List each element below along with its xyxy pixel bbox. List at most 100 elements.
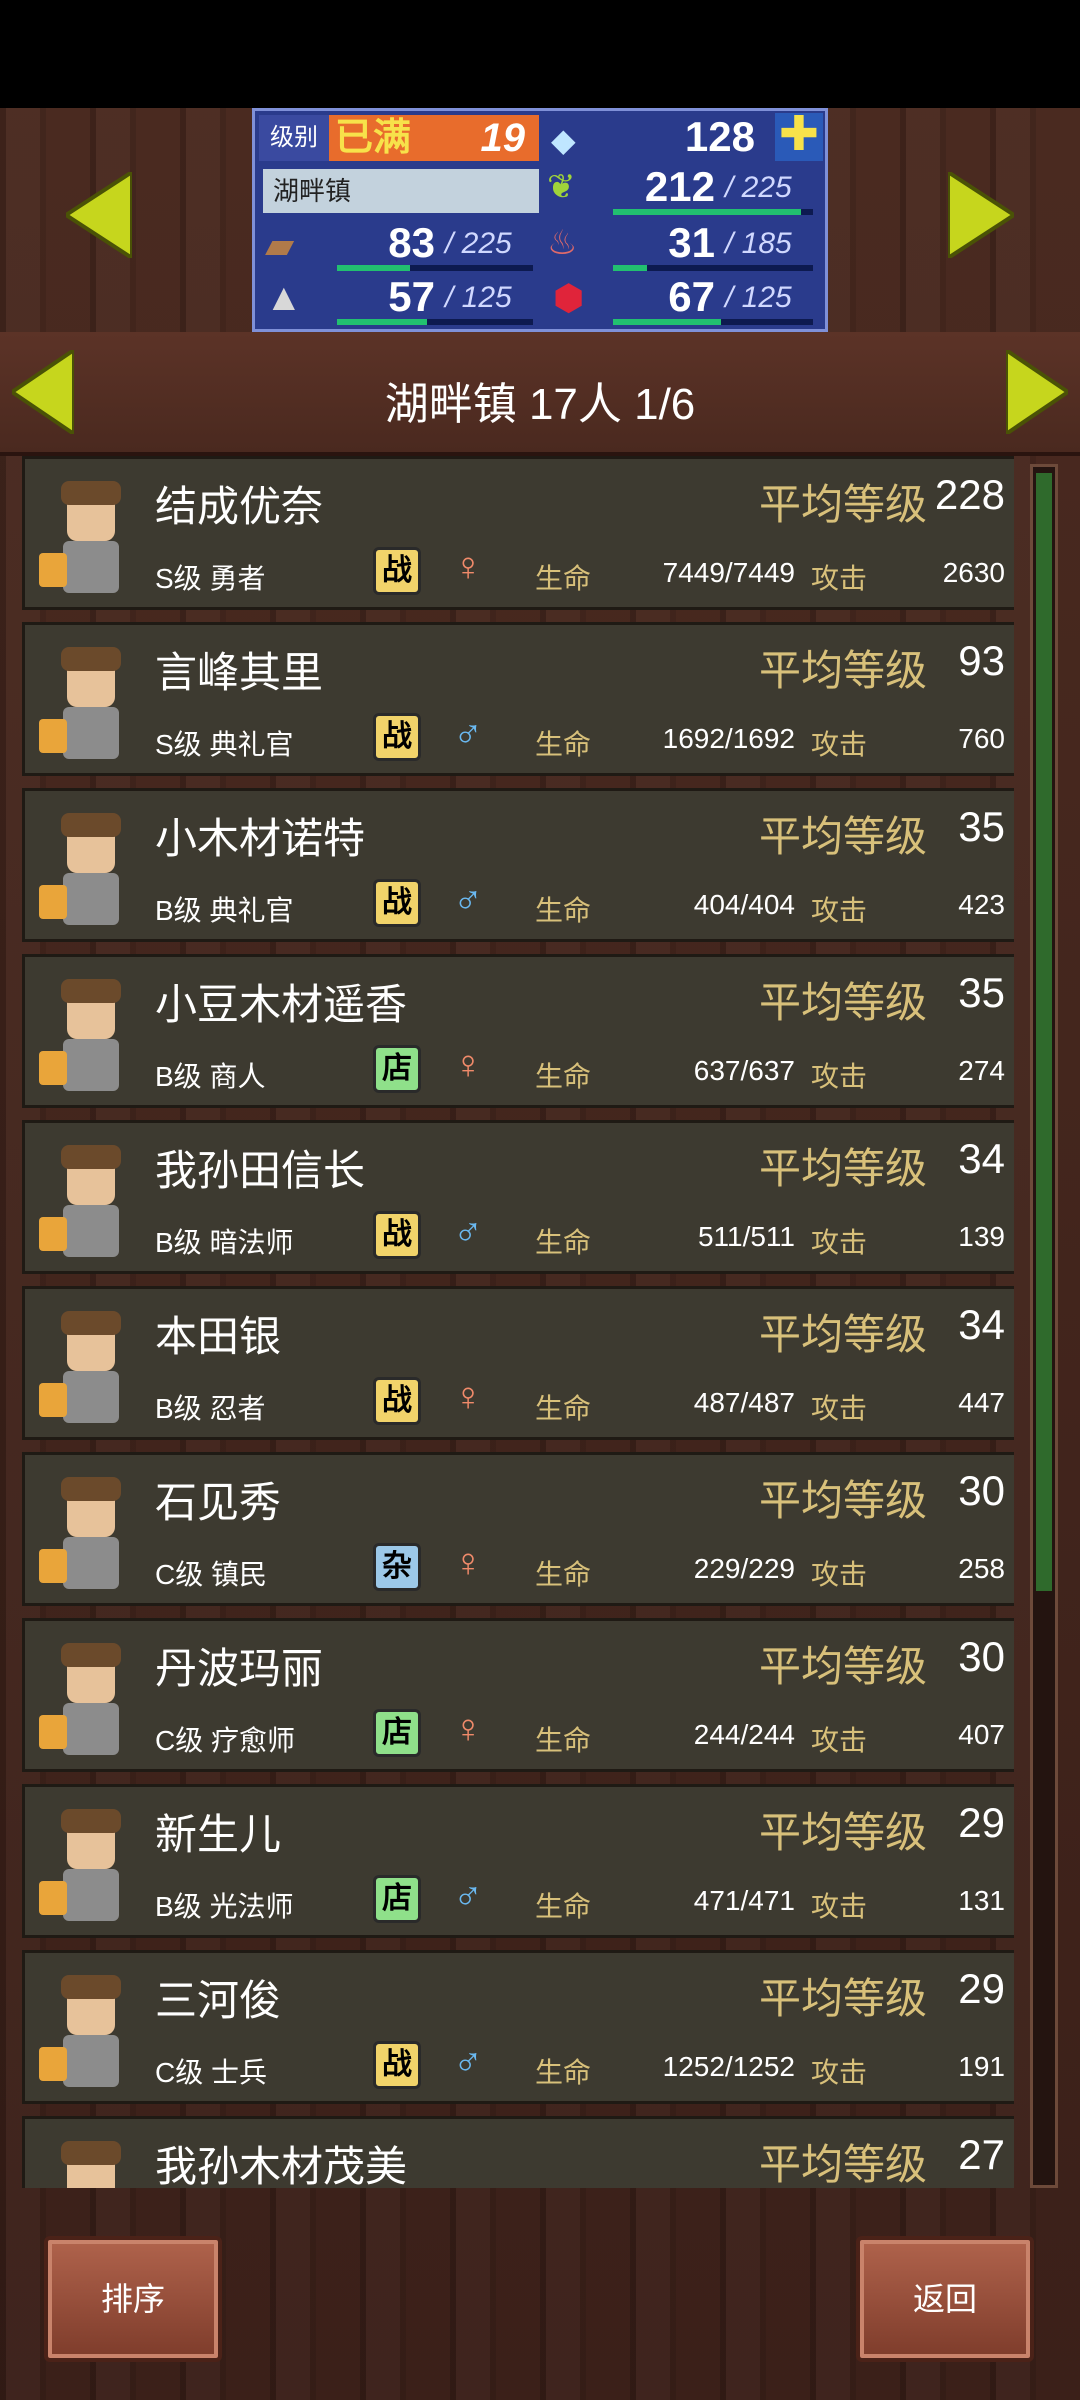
ruby-max: / 125	[725, 281, 792, 314]
next-town-arrow-icon[interactable]	[1006, 350, 1068, 434]
job-type-badge: 战	[373, 1377, 421, 1425]
sort-button[interactable]: 排序	[44, 2236, 222, 2362]
gender-icon: ♂	[453, 1873, 483, 1917]
resident-row[interactable]: 小豆木材遥香 平均等级 35 B级 商人 店 ♀ 生命 637/637 攻击 2…	[22, 954, 1014, 1108]
gender-icon: ♀	[453, 1375, 483, 1419]
ore-max-value: 125	[461, 281, 512, 314]
hp-value: 637/637	[693, 1055, 795, 1086]
meat-icon: ♨	[547, 224, 578, 262]
scrollbar-thumb[interactable]	[1036, 473, 1052, 1591]
hp-label: 生命	[535, 895, 592, 926]
avg-level-value: 30	[958, 1633, 1005, 1680]
food-max-value: 225	[741, 171, 792, 204]
attack-label: 攻击	[811, 1227, 868, 1258]
resident-row[interactable]: 丹波玛丽 平均等级 30 C级 疗愈师 店 ♀ 生命 244/244 攻击 40…	[22, 1618, 1014, 1772]
status-bar	[0, 0, 1080, 108]
resident-name: 结成优奈	[155, 483, 324, 530]
attack-value: 131	[958, 1885, 1005, 1916]
hp-label: 生命	[535, 563, 592, 594]
next-page-arrow-icon[interactable]	[948, 172, 1014, 258]
level-cell: 级别 已满 19	[259, 115, 539, 161]
resident-class: B级 典礼官	[155, 895, 294, 926]
avg-level-value: 228	[934, 471, 1005, 518]
meat-max-value: 185	[741, 227, 792, 260]
town-name-field: 湖畔镇	[263, 169, 539, 213]
resident-name: 我孙田信长	[155, 1147, 366, 1194]
attack-value: 2630	[942, 557, 1005, 588]
hp-label: 生命	[535, 1061, 592, 1092]
resident-name: 言峰其里	[155, 649, 324, 696]
attack-value: 407	[958, 1719, 1005, 1750]
resident-row[interactable]: 言峰其里 平均等级 93 S级 典礼官 战 ♂ 生命 1692/1692 攻击 …	[22, 622, 1014, 776]
resident-avatar	[29, 1293, 149, 1433]
hp-value: 1252/1252	[662, 2051, 795, 2082]
resident-avatar	[29, 795, 149, 935]
resident-list[interactable]: 结成优奈 平均等级 228 S级 勇者 战 ♀ 生命 7449/7449 攻击 …	[14, 456, 1014, 2188]
hp-value: 471/471	[693, 1885, 795, 1916]
resident-name: 小木材诺特	[155, 815, 366, 862]
hp-label: 生命	[535, 1891, 592, 1922]
gender-icon: ♀	[453, 1043, 483, 1087]
food-max: / 225	[725, 171, 792, 204]
resident-class: S级 典礼官	[155, 729, 294, 760]
wood-bar	[337, 265, 533, 271]
food-bar-fill	[613, 209, 801, 215]
attack-label: 攻击	[811, 1559, 868, 1590]
list-scrollbar[interactable]	[1030, 464, 1058, 2188]
job-type-badge: 战	[373, 1211, 421, 1259]
job-type-badge: 杂	[373, 1543, 421, 1591]
gems-value: 128	[684, 113, 755, 160]
ruby-bar	[613, 319, 813, 325]
gender-icon: ♂	[453, 2039, 483, 2083]
resident-class: B级 商人	[155, 1061, 266, 1092]
job-type-badge: 店	[373, 1709, 421, 1757]
wood-value: 83	[388, 219, 435, 266]
attack-value: 139	[958, 1221, 1005, 1252]
attack-label: 攻击	[811, 2057, 868, 2088]
resident-class: C级 镇民	[155, 1559, 268, 1590]
attack-label: 攻击	[811, 729, 868, 760]
hp-label: 生命	[535, 1227, 592, 1258]
hp-value: 229/229	[693, 1553, 795, 1584]
ruby-icon: ⬢	[553, 277, 585, 318]
attack-label: 攻击	[811, 1891, 868, 1922]
ruby-max-value: 125	[741, 281, 792, 314]
avg-level-label: 平均等级	[758, 1477, 927, 1524]
resident-row[interactable]: 我孙田信长 平均等级 34 B级 暗法师 战 ♂ 生命 511/511 攻击 1…	[22, 1120, 1014, 1274]
gender-icon: ♀	[453, 1541, 483, 1585]
avg-level-label: 平均等级	[758, 1975, 927, 2022]
resident-avatar	[29, 1957, 149, 2097]
town-header-bar: 湖畔镇 17人 1/6	[0, 332, 1080, 456]
resident-avatar	[29, 2123, 149, 2188]
resident-avatar	[29, 1625, 149, 1765]
resident-row[interactable]: 三河俊 平均等级 29 C级 士兵 战 ♂ 生命 1252/1252 攻击 19…	[22, 1950, 1014, 2104]
food-bar	[613, 209, 813, 215]
back-button[interactable]: 返回	[856, 2236, 1034, 2362]
wood-bar-fill	[337, 265, 410, 271]
attack-value: 760	[958, 723, 1005, 754]
resident-row[interactable]: 小木材诺特 平均等级 35 B级 典礼官 战 ♂ 生命 404/404 攻击 4…	[22, 788, 1014, 942]
job-type-badge: 店	[373, 1045, 421, 1093]
resident-class: B级 暗法师	[155, 1227, 294, 1258]
resident-row[interactable]: 本田银 平均等级 34 B级 忍者 战 ♀ 生命 487/487 攻击 447	[22, 1286, 1014, 1440]
prev-page-arrow-icon[interactable]	[66, 172, 132, 258]
resident-row[interactable]: 石见秀 平均等级 30 C级 镇民 杂 ♀ 生命 229/229 攻击 258	[22, 1452, 1014, 1606]
resident-row[interactable]: 结成优奈 平均等级 228 S级 勇者 战 ♀ 生命 7449/7449 攻击 …	[22, 456, 1014, 610]
resident-avatar	[29, 961, 149, 1101]
hp-value: 511/511	[697, 1221, 795, 1252]
resident-row[interactable]: 我孙木材茂美 平均等级 27 生命 攻击	[22, 2116, 1014, 2188]
avg-level-value: 35	[958, 803, 1005, 850]
avg-level-value: 27	[958, 2131, 1005, 2178]
attack-value: 274	[958, 1055, 1005, 1086]
town-stats-panel: 级别 已满 19 ◆ 128 ✚ 湖畔镇 ❦ 212 / 225 ▰ 83 / …	[252, 108, 828, 332]
wood-max-value: 225	[461, 227, 512, 260]
add-gems-button[interactable]: ✚	[775, 111, 823, 161]
resident-name: 三河俊	[155, 1977, 282, 2024]
ore-value: 57	[388, 273, 435, 320]
job-type-badge: 战	[373, 547, 421, 595]
gender-icon: ♂	[453, 877, 483, 921]
ore-bar	[337, 319, 533, 325]
attack-label: 攻击	[811, 1725, 868, 1756]
hp-value: 244/244	[693, 1719, 795, 1750]
resident-row[interactable]: 新生儿 平均等级 29 B级 光法师 店 ♂ 生命 471/471 攻击 131	[22, 1784, 1014, 1938]
